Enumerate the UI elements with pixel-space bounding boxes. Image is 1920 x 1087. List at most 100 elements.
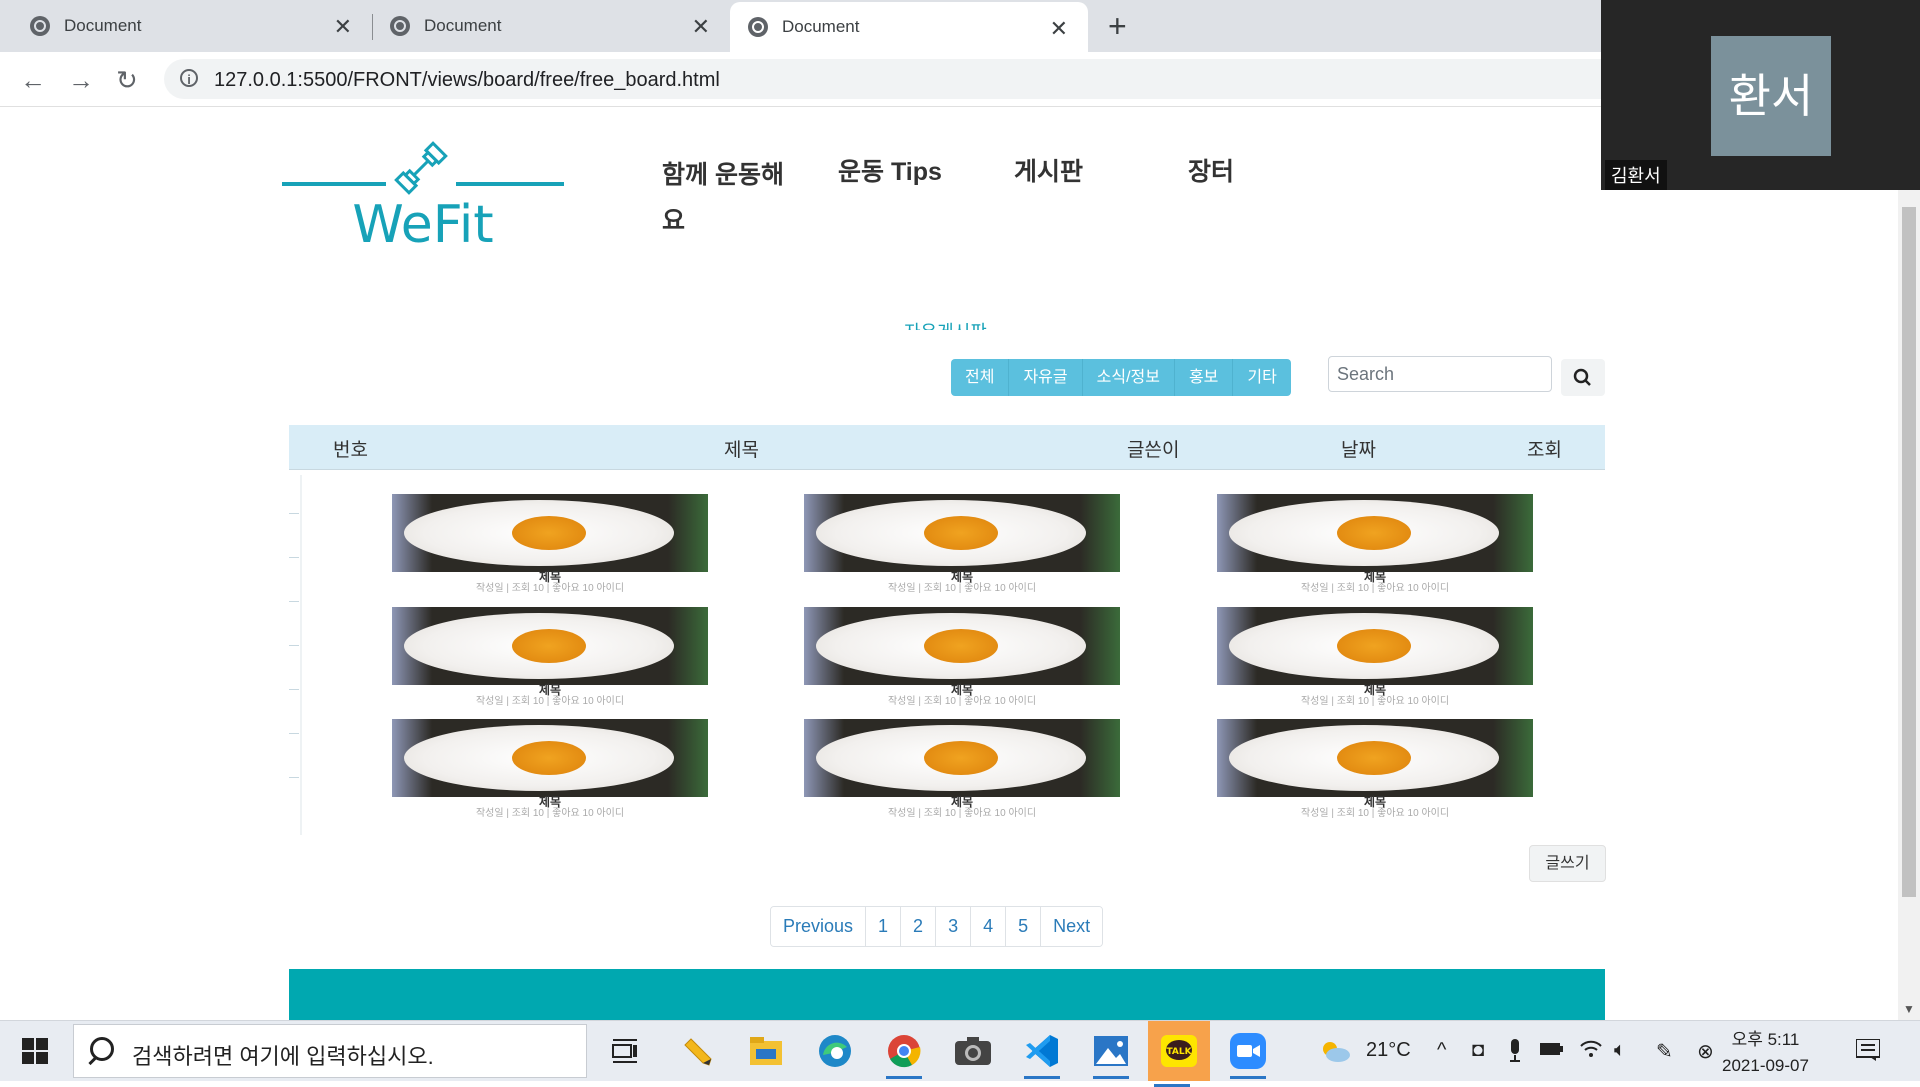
post-thumbnail[interactable] — [392, 719, 708, 797]
post-thumbnail[interactable] — [392, 494, 708, 572]
wifi-icon[interactable] — [1580, 1039, 1602, 1063]
post-meta: 작성일 | 조회 10 | 좋아요 10 아이디 — [392, 697, 708, 707]
post-title[interactable]: 제목 — [804, 684, 1120, 696]
post-title[interactable]: 제목 — [392, 796, 708, 808]
post-thumbnail[interactable] — [1217, 607, 1533, 685]
post-title[interactable]: 제목 — [1217, 684, 1533, 696]
search-input[interactable]: Search — [1328, 356, 1552, 392]
windows-start-button[interactable] — [22, 1038, 48, 1064]
kakaotalk-icon[interactable]: TALK — [1148, 1021, 1210, 1087]
edge-icon[interactable] — [811, 1029, 859, 1073]
post-thumbnail[interactable] — [392, 607, 708, 685]
page-4-button[interactable]: 4 — [971, 907, 1007, 946]
post-card[interactable]: 제목 작성일 | 조회 10 | 좋아요 10 아이디 — [1217, 494, 1533, 594]
post-card[interactable]: 제목 작성일 | 조회 10 | 좋아요 10 아이디 — [1217, 607, 1533, 707]
page-1-button[interactable]: 1 — [866, 907, 902, 946]
filter-all-button[interactable]: 전체 — [951, 359, 1010, 396]
filter-news-button[interactable]: 소식/정보 — [1083, 359, 1175, 396]
weather-icon[interactable] — [1318, 1037, 1352, 1071]
taskbar-search-input[interactable]: 검색하려면 여기에 입력하십시오. — [73, 1024, 587, 1078]
page-5-button[interactable]: 5 — [1006, 907, 1042, 946]
page-previous-button[interactable]: Previous — [771, 907, 867, 946]
nav-item-board[interactable]: 게시판 — [1014, 152, 1083, 188]
task-view-icon[interactable] — [601, 1029, 649, 1073]
pencil-icon[interactable] — [673, 1029, 721, 1073]
meet-now-icon[interactable]: ◘ — [1472, 1039, 1484, 1062]
post-thumbnail[interactable] — [804, 494, 1120, 572]
post-card[interactable]: 제목 작성일 | 조회 10 | 좋아요 10 아이디 — [804, 719, 1120, 819]
nav-item-workout-together[interactable]: 함께 운동해요 — [662, 152, 792, 244]
page-scrollbar[interactable]: ▼ — [1898, 107, 1920, 1020]
post-card[interactable]: 제목 작성일 | 조회 10 | 좋아요 10 아이디 — [392, 494, 708, 594]
nav-item-market[interactable]: 장터 — [1188, 152, 1234, 188]
post-author: 아이디 — [1008, 583, 1037, 594]
write-post-button[interactable]: 글쓰기 — [1529, 845, 1606, 882]
reload-icon[interactable]: ↻ — [116, 65, 138, 96]
post-thumbnail[interactable] — [1217, 719, 1533, 797]
photos-icon[interactable] — [1087, 1029, 1135, 1079]
camera-icon[interactable] — [949, 1029, 997, 1073]
post-title[interactable]: 제목 — [804, 796, 1120, 808]
weather-temperature[interactable]: 21°C — [1366, 1039, 1411, 1062]
vscode-icon[interactable] — [1018, 1029, 1066, 1079]
post-meta: 작성일 | 조회 10 | 좋아요 10 아이디 — [1217, 584, 1533, 594]
post-author: 아이디 — [596, 583, 625, 594]
post-meta-info: 작성일 | 조회 10 | 좋아요 10 — [475, 583, 594, 594]
header-title: 제목 — [724, 440, 759, 461]
post-title[interactable]: 제목 — [804, 571, 1120, 583]
browser-tab-1[interactable]: Document ✕ — [0, 0, 372, 52]
clock-time: 오후 5:11 — [1731, 1030, 1800, 1049]
taskbar-clock[interactable]: 오후 5:11 2021-09-07 — [1722, 1027, 1809, 1079]
post-title[interactable]: 제목 — [1217, 796, 1533, 808]
page-next-button[interactable]: Next — [1041, 907, 1103, 946]
chrome-icon[interactable] — [880, 1029, 928, 1079]
post-author: 아이디 — [1008, 808, 1037, 819]
post-thumbnail[interactable] — [804, 607, 1120, 685]
scrollbar-thumb[interactable] — [1902, 207, 1916, 897]
wefit-logo[interactable]: WeFit — [282, 138, 564, 258]
post-meta: 작성일 | 조회 10 | 좋아요 10 아이디 — [804, 697, 1120, 707]
zoom-video-overlay[interactable]: 환서 김환서 — [1601, 0, 1920, 190]
new-tab-icon[interactable]: + — [1108, 8, 1127, 45]
close-tab-icon[interactable]: ✕ — [692, 14, 710, 40]
notification-icon[interactable] — [1855, 1038, 1881, 1067]
chevron-up-icon[interactable]: ^ — [1437, 1039, 1446, 1062]
post-card[interactable]: 제목 작성일 | 조회 10 | 좋아요 10 아이디 — [392, 719, 708, 819]
clock-date: 2021-09-07 — [1722, 1056, 1809, 1075]
post-thumbnail[interactable] — [1217, 494, 1533, 572]
file-explorer-icon[interactable] — [742, 1029, 790, 1073]
page-2-button[interactable]: 2 — [901, 907, 937, 946]
close-tab-icon[interactable]: ✕ — [1050, 16, 1068, 42]
nav-item-tips[interactable]: 운동 Tips — [838, 152, 942, 188]
forward-icon[interactable]: → — [68, 65, 94, 96]
back-icon[interactable]: ← — [20, 65, 46, 96]
post-title[interactable]: 제목 — [1217, 571, 1533, 583]
scroll-down-arrow-icon[interactable]: ▼ — [1903, 1002, 1915, 1016]
microphone-icon[interactable] — [1508, 1039, 1522, 1069]
status-x-icon[interactable]: ⊗ — [1697, 1039, 1714, 1064]
browser-tab-3-active[interactable]: Document ✕ — [730, 2, 1088, 52]
post-card[interactable]: 제목 작성일 | 조회 10 | 좋아요 10 아이디 — [392, 607, 708, 707]
post-card[interactable]: 제목 작성일 | 조회 10 | 좋아요 10 아이디 — [804, 607, 1120, 707]
url-input[interactable]: i 127.0.0.1:5500/FRONT/views/board/free/… — [164, 59, 1624, 99]
filter-free-button[interactable]: 자유글 — [1009, 359, 1083, 396]
search-button[interactable] — [1561, 359, 1605, 396]
post-title[interactable]: 제목 — [392, 571, 708, 583]
post-thumbnail[interactable] — [804, 719, 1120, 797]
battery-icon[interactable] — [1540, 1039, 1564, 1062]
post-card[interactable]: 제목 작성일 | 조회 10 | 좋아요 10 아이디 — [1217, 719, 1533, 819]
info-icon[interactable]: i — [180, 69, 198, 87]
close-tab-icon[interactable]: ✕ — [334, 14, 352, 40]
filter-promo-button[interactable]: 홍보 — [1175, 359, 1234, 396]
row-divider — [289, 777, 299, 778]
browser-tab-2[interactable]: Document ✕ — [374, 0, 730, 52]
zoom-icon[interactable] — [1224, 1029, 1272, 1079]
volume-icon[interactable]: 🔈︎ — [1614, 1039, 1626, 1062]
page-3-button[interactable]: 3 — [936, 907, 972, 946]
filter-etc-button[interactable]: 기타 — [1233, 359, 1290, 396]
post-title[interactable]: 제목 — [392, 684, 708, 696]
header-number: 번호 — [333, 440, 368, 461]
post-card[interactable]: 제목 작성일 | 조회 10 | 좋아요 10 아이디 — [804, 494, 1120, 594]
post-meta-info: 작성일 | 조회 10 | 좋아요 10 — [475, 696, 594, 707]
pen-icon[interactable]: ✎ — [1656, 1039, 1673, 1064]
